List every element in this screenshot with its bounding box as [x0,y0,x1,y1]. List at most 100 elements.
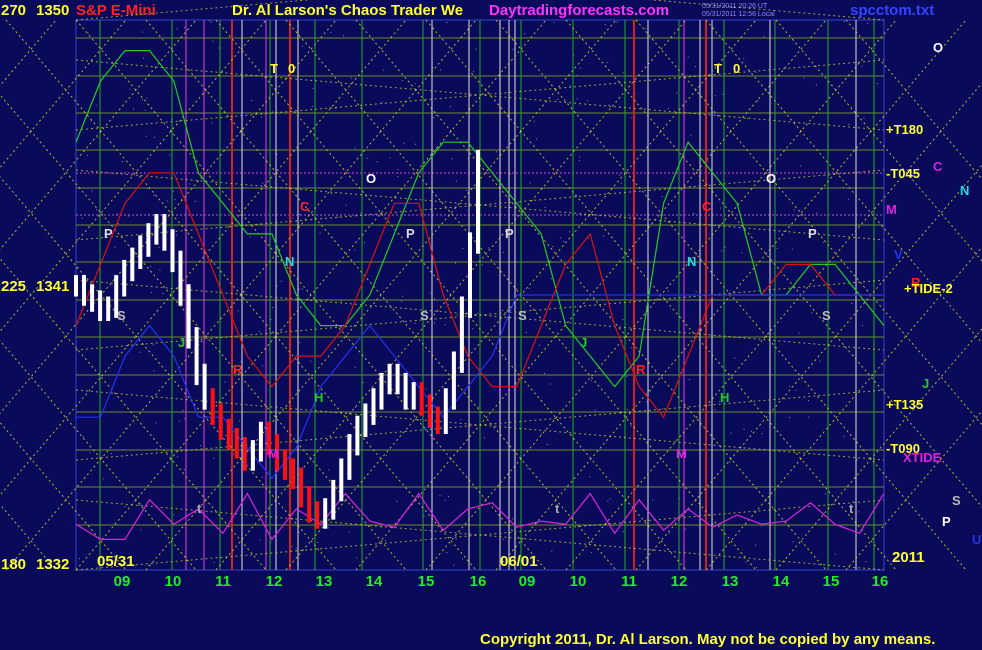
star-dot [138,504,140,506]
star-dot [484,437,486,439]
star-dot [142,31,144,33]
star-dot [89,452,91,454]
star-dot [212,40,214,42]
star-dot [536,138,538,140]
x-tick-label: 12 [266,573,283,590]
star-dot [509,173,511,175]
star-dot [707,160,709,162]
star-dot [79,558,80,560]
star-dot [607,62,609,64]
star-dot [301,45,303,47]
star-dot [622,319,624,320]
star-dot [152,344,154,346]
star-dot [618,174,620,176]
star-dot [588,238,589,239]
star-dot [862,325,863,327]
star-dot [473,71,474,73]
star-dot [261,365,263,367]
x-tick-label: 16 [470,573,487,590]
star-dot [622,531,624,533]
star-dot [720,207,721,209]
star-dot [569,231,570,233]
star-dot [608,104,610,106]
star-dot [604,24,606,26]
x-tick-label: 13 [316,573,333,590]
star-dot [626,375,628,377]
star-dot [232,453,234,455]
star-dot [446,22,448,23]
star-dot [694,66,696,67]
star-dot [440,426,442,428]
star-dot [525,331,527,333]
star-dot [96,209,97,211]
star-dot [843,435,845,437]
star-dot [251,100,253,102]
star-dot [448,496,449,498]
star-dot [292,217,294,219]
star-dot [354,147,356,149]
x-tick-label: 11 [215,573,231,590]
star-dot [328,469,330,471]
right-label: +TIDE-2 [904,281,953,296]
star-dot [455,262,457,264]
star-dot [425,388,427,390]
star-dot [224,381,226,383]
marker-o: O [766,171,776,186]
star-dot [834,553,836,555]
star-dot [259,539,261,541]
right-label: P [942,514,951,529]
star-dot [162,293,164,294]
star-dot [750,430,752,432]
star-dot [569,85,571,87]
star-dot [456,314,458,316]
star-dot [444,324,446,326]
star-dot [792,541,794,543]
right-label: U [972,532,981,547]
marker-s: S [822,308,831,323]
x-tick-label: 15 [418,573,435,590]
star-dot [856,459,858,461]
star-dot [183,469,185,471]
diagonal-up [0,19,57,87]
star-dot [121,161,123,163]
star-dot [551,550,553,552]
marker-j: J [178,335,185,350]
marker-m: M [268,446,279,461]
star-dot [626,409,628,410]
star-dot [87,32,89,34]
star-dot [549,383,551,385]
star-dot [299,342,301,343]
star-dot [270,318,272,320]
star-dot [453,564,455,566]
star-dot [213,457,215,459]
star-dot [808,400,809,401]
star-dot [354,249,356,251]
star-dot [225,435,227,436]
star-dot [312,88,314,89]
star-dot [447,304,449,306]
star-dot [757,100,759,102]
star-dot [650,390,652,392]
star-dot [687,56,689,58]
star-dot [317,541,319,543]
star-dot [772,333,774,335]
diagonal-down [0,503,57,571]
star-dot [502,310,503,311]
star-dot [446,551,448,553]
star-dot [685,528,687,530]
star-dot [455,538,457,540]
star-dot [133,108,134,110]
right-label: J [922,376,929,391]
star-dot [756,567,757,569]
star-dot [557,98,559,100]
star-dot [403,142,405,144]
marker-r: R [233,362,243,377]
star-dot [362,382,364,383]
star-dot [755,544,756,546]
x-tick-label: 10 [165,573,182,590]
star-dot [211,21,213,23]
marker-c: C [300,199,310,214]
x-tick-label: 09 [114,573,131,590]
star-dot [144,109,146,111]
star-dot [330,31,332,33]
